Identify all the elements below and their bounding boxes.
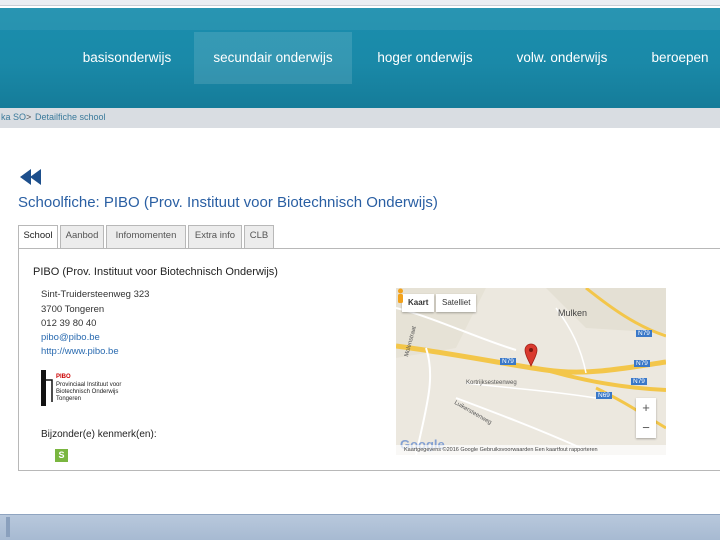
tab-clb[interactable]: CLB (244, 225, 274, 249)
breadcrumb: ka SO > Detailfiche school (0, 108, 720, 128)
zoom-in-button[interactable]: + (636, 398, 656, 418)
nav-secundair-onderwijs[interactable]: secundair onderwijs (194, 32, 352, 84)
logo-line-1: Provinciaal Instituut voor (56, 382, 122, 388)
map-road-label-1: N79 (500, 358, 516, 365)
breadcrumb-item-detail[interactable]: Detailfiche school (35, 112, 106, 122)
map-road-label-5: N79 (631, 378, 647, 385)
double-left-arrow-icon[interactable] (18, 168, 44, 186)
school-logo: PIBO Provinciaal Instituut voor Biotechn… (41, 370, 151, 408)
school-map[interactable]: Kaart Satelliet Mulken N79 N79 N79 N69 N… (396, 288, 666, 455)
school-city: 3700 Tongeren (41, 304, 105, 315)
logo-mark (46, 379, 53, 402)
logo-line-2: Biotechnisch Onderwijs (56, 389, 119, 395)
nav-basisonderwijs[interactable]: basisonderwijs (68, 32, 186, 84)
breadcrumb-item-so[interactable]: ka SO (1, 112, 26, 122)
map-street-3: Kortrijksesteenweg (466, 380, 517, 386)
special-features-label: Bijzonder(e) kenmerk(en): (41, 429, 157, 440)
school-phone: 012 39 80 40 (41, 318, 97, 329)
zoom-out-button[interactable]: − (636, 418, 656, 438)
page: basisonderwijs secundair onderwijs hoger… (0, 0, 720, 540)
logo-brand: PIBO (56, 374, 71, 380)
map-attribution[interactable]: Kaartgegevens ©2016 Google Gebruiksvoorw… (396, 445, 666, 455)
nav-hoger-onderwijs[interactable]: hoger onderwijs (360, 32, 490, 84)
map-canvas (396, 288, 666, 455)
tab-school[interactable]: School (18, 225, 58, 250)
tab-aanbod[interactable]: Aanbod (60, 225, 104, 249)
map-marker-icon[interactable] (524, 343, 538, 367)
school-street: Sint-Truidersteenweg 323 (41, 289, 150, 300)
school-website-link[interactable]: http://www.pibo.be (41, 346, 119, 357)
nav-volw-onderwijs[interactable]: volw. onderwijs (498, 32, 626, 84)
school-email-link[interactable]: pibo@pibo.be (41, 332, 100, 343)
taskbar-handle[interactable] (6, 517, 10, 537)
map-type-satellite-button[interactable]: Satelliet (436, 294, 477, 312)
taskbar (0, 514, 720, 540)
breadcrumb-separator: > (26, 112, 32, 122)
map-place-mulken: Mulken (558, 308, 588, 318)
map-road-label-3: N79 (634, 360, 650, 367)
map-road-label-2: N79 (636, 330, 652, 337)
tab-infomomenten[interactable]: Infomomenten (106, 225, 186, 249)
map-road-label-4: N69 (596, 392, 612, 399)
page-title: Schoolfiche: PIBO (Prov. Instituut voor … (18, 194, 438, 211)
nav-beroepen[interactable]: beroepen (640, 32, 720, 84)
map-type-kaart-button[interactable]: Kaart (402, 294, 435, 312)
map-zoom-control: + − (636, 398, 656, 438)
logo-line-3: Tongeren (56, 396, 82, 402)
tab-extra-info[interactable]: Extra info (188, 225, 242, 249)
nav-shine (0, 8, 720, 30)
pegman-icon[interactable] (396, 288, 405, 304)
school-name: PIBO (Prov. Instituut voor Biotechnisch … (33, 266, 278, 278)
special-feature-badge[interactable]: S (55, 449, 68, 462)
main-navigation: basisonderwijs secundair onderwijs hoger… (0, 8, 720, 108)
browser-strip (0, 0, 720, 6)
